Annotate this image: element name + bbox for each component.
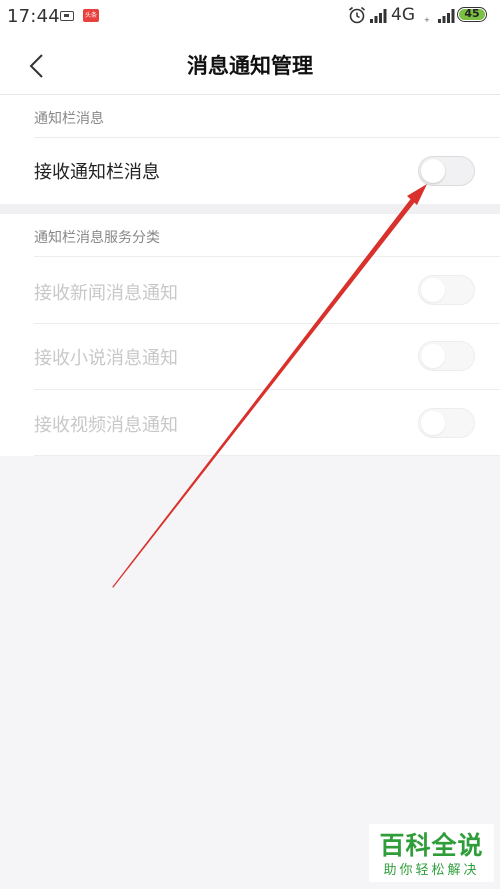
alarm-clock-icon (348, 6, 366, 24)
network-activity-indicator: + (424, 16, 430, 24)
network-type-label: 4G (391, 5, 415, 25)
list-item-video-notification: 接收视频消息通知 (34, 389, 500, 456)
toggle-knob (421, 344, 445, 368)
signal-strength-icon (370, 9, 387, 23)
signal-strength-icon-2 (438, 9, 455, 23)
status-bar: 17:44 头条 4G + 45 (0, 0, 500, 34)
nav-bar: 消息通知管理 (0, 34, 500, 95)
section-header: 通知栏消息 (34, 111, 104, 127)
list-item-news-notification: 接收新闻消息通知 (34, 256, 500, 323)
app-notification-icon: 头条 (83, 9, 99, 22)
list-item-novel-notification: 接收小说消息通知 (34, 323, 500, 389)
row-label: 接收小说消息通知 (34, 348, 178, 369)
back-button[interactable] (20, 48, 56, 84)
battery-icon: 45 (457, 7, 487, 22)
list-item-receive-notification: 接收通知栏消息 (34, 137, 500, 204)
news-notification-toggle[interactable] (418, 275, 475, 305)
section-header: 通知栏消息服务分类 (34, 230, 160, 246)
section-service-categories: 通知栏消息服务分类 接收新闻消息通知 接收小说消息通知 接收视频消息通知 (0, 214, 500, 456)
sim-card-icon (60, 11, 74, 21)
toggle-knob (421, 159, 445, 183)
row-label: 接收通知栏消息 (34, 162, 160, 183)
page-title: 消息通知管理 (187, 54, 313, 78)
watermark-logo: 百科全说 助你轻松解决 (369, 824, 494, 882)
toggle-knob (421, 411, 445, 435)
watermark-title: 百科全说 (379, 831, 484, 860)
chevron-left-icon (29, 54, 43, 78)
watermark-subtitle: 助你轻松解决 (383, 863, 480, 878)
toggle-knob (421, 278, 445, 302)
receive-notification-toggle[interactable] (418, 156, 475, 186)
video-notification-toggle[interactable] (418, 408, 475, 438)
status-time: 17:44 (7, 6, 60, 27)
battery-level: 45 (464, 7, 480, 20)
section-divider (0, 204, 500, 214)
row-label: 接收新闻消息通知 (34, 283, 178, 304)
section-notification-bar: 通知栏消息 接收通知栏消息 (0, 95, 500, 204)
row-label: 接收视频消息通知 (34, 415, 178, 436)
novel-notification-toggle[interactable] (418, 341, 475, 371)
